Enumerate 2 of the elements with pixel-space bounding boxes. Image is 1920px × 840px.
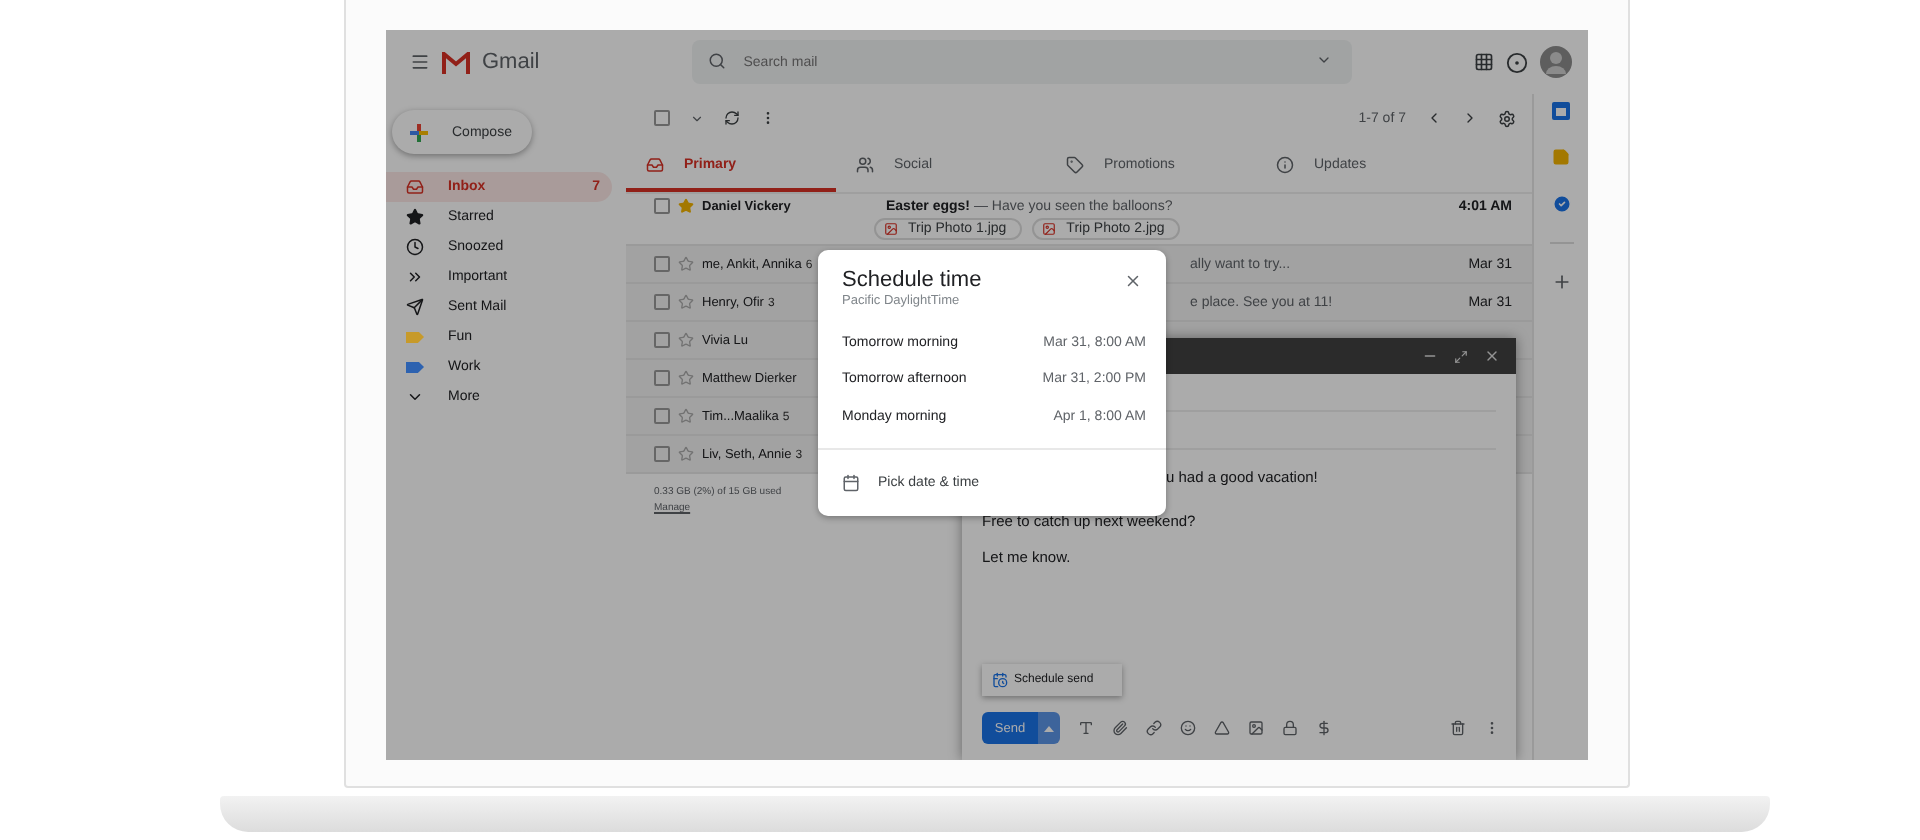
dialog-title: Schedule time [842, 268, 982, 292]
app-name: Gmail [482, 50, 540, 74]
